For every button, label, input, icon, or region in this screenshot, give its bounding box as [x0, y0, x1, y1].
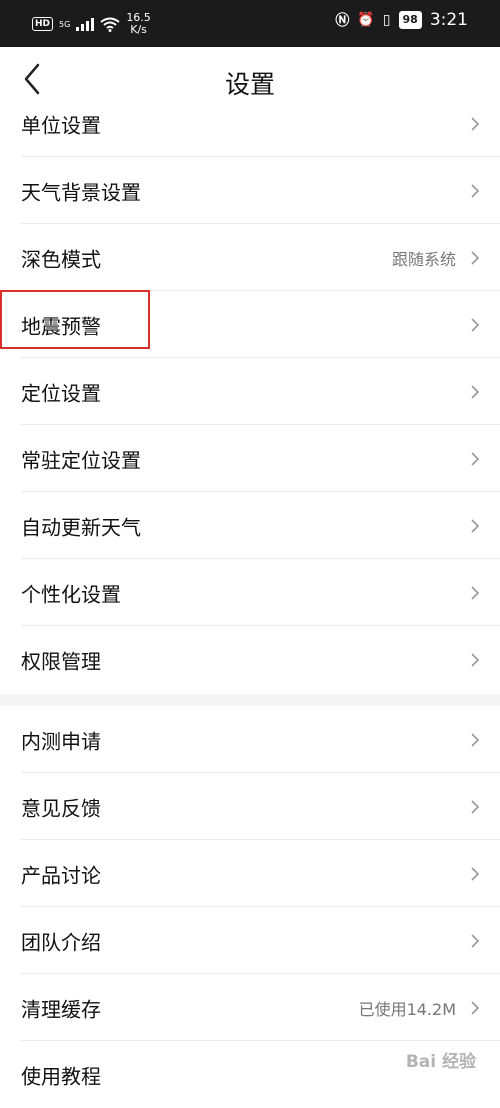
- setting-beta-apply[interactable]: 内测申请: [0, 706, 500, 773]
- setting-value: 跟随系统: [391, 249, 456, 269]
- vibrate-icon: ▯: [382, 12, 391, 28]
- chevron-right-icon: [471, 317, 480, 332]
- setting-label: 权限管理: [21, 649, 101, 673]
- setting-feedback[interactable]: 意见反馈: [0, 773, 500, 840]
- setting-clear-cache[interactable]: 清理缓存 已使用14.2M: [0, 974, 500, 1041]
- chevron-right-icon: [471, 652, 480, 667]
- section-separator: [0, 694, 500, 706]
- chevron-right-icon: [471, 732, 480, 747]
- setting-label: 常驻定位设置: [21, 448, 141, 472]
- setting-label: 深色模式: [21, 247, 101, 271]
- setting-dark-mode[interactable]: 深色模式 跟随系统: [0, 224, 500, 291]
- setting-label: 意见反馈: [21, 796, 101, 820]
- setting-label: 产品讨论: [21, 863, 101, 887]
- setting-location[interactable]: 定位设置: [0, 358, 500, 425]
- setting-permissions[interactable]: 权限管理: [0, 626, 500, 693]
- setting-label: 单位设置: [21, 113, 101, 137]
- hd-indicator: HD: [32, 17, 54, 31]
- setting-auto-update-weather[interactable]: 自动更新天气: [0, 492, 500, 559]
- chevron-right-icon: [471, 933, 480, 948]
- setting-product-discussion[interactable]: 产品讨论: [0, 840, 500, 907]
- setting-label: 使用教程: [21, 1064, 101, 1088]
- chevron-right-icon: [471, 250, 480, 265]
- setting-weather-background[interactable]: 天气背景设置: [0, 157, 500, 224]
- chevron-right-icon: [471, 518, 480, 533]
- alarm-icon: ⏰: [357, 12, 375, 28]
- chevron-right-icon: [471, 116, 480, 131]
- signal-icon: [76, 17, 95, 31]
- setting-label: 天气背景设置: [21, 180, 141, 204]
- watermark: Bai 经验: [405, 1052, 476, 1072]
- setting-unit[interactable]: 单位设置: [0, 90, 500, 157]
- network-type: 5G: [59, 19, 71, 29]
- battery-icon: 98: [398, 11, 422, 29]
- status-bar: HD 5G 16.5 K/s Ⓝ ⏰ ▯ 98 3:21: [0, 0, 500, 47]
- clock: 3:21: [429, 10, 468, 30]
- chevron-right-icon: [471, 1000, 480, 1015]
- setting-label: 个性化设置: [21, 582, 121, 606]
- network-speed: 16.5 K/s: [126, 12, 151, 36]
- speed-unit: K/s: [130, 23, 147, 36]
- setting-resident-location[interactable]: 常驻定位设置: [0, 425, 500, 492]
- chevron-right-icon: [471, 585, 480, 600]
- chevron-right-icon: [471, 799, 480, 814]
- setting-team-intro[interactable]: 团队介绍: [0, 907, 500, 974]
- setting-label: 清理缓存: [21, 997, 101, 1021]
- setting-value: 已使用14.2M: [358, 999, 456, 1019]
- chevron-right-icon: [471, 384, 480, 399]
- chevron-right-icon: [471, 451, 480, 466]
- nfc-icon: Ⓝ: [335, 13, 350, 29]
- highlight-box: [0, 290, 150, 349]
- chevron-right-icon: [471, 866, 480, 881]
- wifi-icon: [100, 17, 120, 32]
- setting-label: 定位设置: [21, 381, 101, 405]
- setting-label: 内测申请: [21, 729, 101, 753]
- setting-personalization[interactable]: 个性化设置: [0, 559, 500, 626]
- chevron-right-icon: [471, 183, 480, 198]
- setting-label: 团队介绍: [21, 930, 101, 954]
- setting-label: 自动更新天气: [21, 515, 141, 539]
